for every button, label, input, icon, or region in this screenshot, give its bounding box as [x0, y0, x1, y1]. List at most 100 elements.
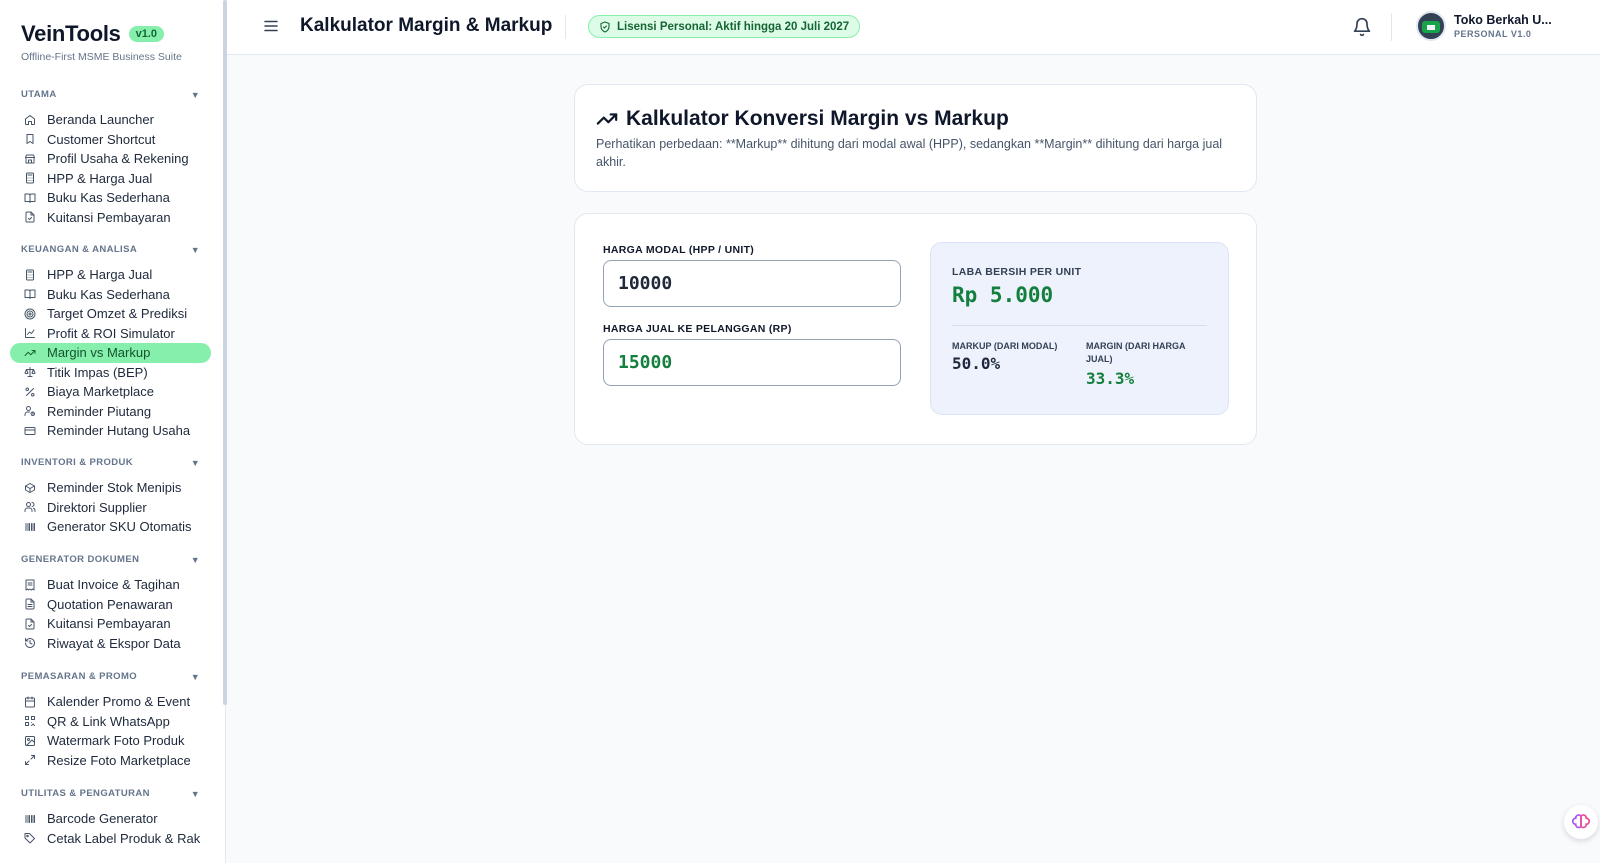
version-badge: v1.0: [128, 26, 164, 42]
sidebar-item[interactable]: Profil Usaha & Rekening: [0, 149, 225, 169]
sidebar-section-header[interactable]: UTAMA ▼: [0, 88, 225, 102]
chevron-down-icon[interactable]: ▼: [191, 456, 200, 470]
menu-icon[interactable]: [262, 17, 280, 35]
sidebar-item[interactable]: Customer Shortcut: [0, 130, 225, 150]
sidebar-item[interactable]: QR & Link WhatsApp: [0, 712, 225, 732]
sidebar-item[interactable]: Kalender Promo & Event: [0, 692, 225, 712]
brand-subtitle: Offline-First MSME Business Suite: [21, 51, 182, 63]
bookmark-icon: [24, 133, 36, 145]
sidebar-item[interactable]: Margin vs Markup: [10, 343, 211, 363]
sidebar-item[interactable]: Direktori Supplier: [0, 498, 225, 518]
sidebar-section-header[interactable]: INVENTORI & PRODUK ▼: [0, 456, 225, 470]
sidebar-item[interactable]: Reminder Piutang: [0, 402, 225, 422]
sidebar-section-title: INVENTORI & PRODUK: [21, 457, 134, 468]
intro-description: Perhatikan perbedaan: **Markup** dihitun…: [596, 137, 1223, 169]
top-bar: Kalkulator Margin & Markup Lisensi Perso…: [227, 0, 1600, 55]
image-icon: [24, 735, 36, 747]
history-icon: [24, 637, 36, 649]
tag-icon: [24, 832, 36, 844]
cost-input[interactable]: [603, 260, 901, 307]
sidebar-item-label: Target Omzet & Prediksi: [47, 306, 188, 322]
sidebar-section: GENERATOR DOKUMEN ▼ Buat Invoice & Tagihan…: [0, 553, 225, 654]
sidebar-section: PEMASARAN & PROMO ▼ Kalender Promo & Event…: [0, 670, 225, 771]
sidebar-item[interactable]: HPP & Harga Jual: [0, 169, 225, 189]
sidebar-item[interactable]: Cetak Label Produk & Rak: [0, 829, 225, 849]
sidebar-section-header[interactable]: UTILITAS & PENGATURAN ▼: [0, 787, 225, 801]
sidebar-item[interactable]: Beranda Launcher: [0, 110, 225, 130]
sidebar-item-label: Generator SKU Otomatis: [47, 519, 192, 535]
sidebar-item-label: Kalender Promo & Event: [47, 694, 191, 710]
sidebar-item[interactable]: Kuitansi Pembayaran: [0, 614, 225, 634]
sidebar-section-title: UTAMA: [21, 89, 57, 100]
calendar-icon: [24, 696, 36, 708]
sidebar-item-label: Reminder Piutang: [47, 403, 152, 419]
profit-value: Rp 5.000: [952, 283, 1054, 307]
sidebar-item-label: Buat Invoice & Tagihan: [47, 577, 180, 593]
sidebar-item[interactable]: Profit & ROI Simulator: [0, 324, 225, 344]
sidebar-item[interactable]: Target Omzet & Prediksi: [0, 304, 225, 324]
home-icon: [24, 114, 36, 126]
sidebar-section-header[interactable]: KEUANGAN & ANALISA ▼: [0, 243, 225, 257]
sidebar-item-label: Barcode Generator: [47, 811, 158, 827]
sidebar-item-label: Buku Kas Sederhana: [47, 286, 170, 302]
sidebar-item[interactable]: Riwayat & Ekspor Data: [0, 634, 225, 654]
result-panel: LABA BERSIH PER UNIT Rp 5.000 MARKUP (DA…: [930, 242, 1229, 415]
price-input[interactable]: [603, 339, 901, 386]
ai-assistant-button[interactable]: [1564, 805, 1598, 839]
margin-label: MARGIN (DARI HARGA JUAL): [1086, 341, 1186, 364]
chevron-down-icon[interactable]: ▼: [191, 88, 200, 102]
chevron-down-icon[interactable]: ▼: [191, 553, 200, 567]
sidebar-section: UTILITAS & PENGATURAN ▼ Barcode Generator C…: [0, 787, 225, 849]
sidebar-item[interactable]: HPP & Harga Jual: [0, 265, 225, 285]
sidebar-item-label: Profit & ROI Simulator: [47, 325, 175, 341]
sidebar-item-label: Direktori Supplier: [47, 499, 147, 515]
brain-icon: [1572, 814, 1590, 829]
price-label: HARGA JUAL KE PELANGGAN (RP): [603, 323, 792, 335]
divider: [565, 15, 566, 39]
users-icon: [24, 501, 36, 513]
chevron-down-icon[interactable]: ▼: [191, 787, 200, 801]
page-title: Kalkulator Margin & Markup: [300, 15, 553, 36]
package-icon: [24, 482, 36, 494]
license-badge: Lisensi Personal: Aktif hingga 20 Juli 2…: [588, 15, 861, 38]
chevron-down-icon[interactable]: ▼: [191, 670, 200, 684]
sidebar-section: INVENTORI & PRODUK ▼ Reminder Stok Menipis…: [0, 456, 225, 537]
sidebar-item[interactable]: Buat Invoice & Tagihan: [0, 575, 225, 595]
credit-card-icon: [24, 425, 36, 437]
brand-name: VeinTools: [21, 21, 121, 46]
sidebar-scrollbar[interactable]: [223, 0, 227, 705]
sidebar-item[interactable]: Watermark Foto Produk: [0, 731, 225, 751]
sidebar-item[interactable]: Buku Kas Sederhana: [0, 188, 225, 208]
sidebar-section: UTAMA ▼ Beranda Launcher Customer Shortcut P…: [0, 88, 225, 228]
sidebar-item[interactable]: Kuitansi Pembayaran: [0, 208, 225, 228]
sidebar-item-label: Titik Impas (BEP): [47, 364, 148, 380]
intro-card: Kalkulator Konversi Margin vs Markup Per…: [574, 84, 1257, 192]
user-menu[interactable]: Toko Berkah U... PERSONAL V1.0: [1416, 11, 1552, 41]
sidebar-item[interactable]: Reminder Stok Menipis: [0, 478, 225, 498]
sidebar-item[interactable]: Reminder Hutang Usaha: [0, 421, 225, 441]
sidebar-item-label: Biaya Marketplace: [47, 384, 154, 400]
bell-icon[interactable]: [1352, 17, 1372, 37]
sidebar-item-label: Kuitansi Pembayaran: [47, 616, 171, 632]
trending-up-icon: [24, 347, 36, 359]
line-chart-icon: [24, 327, 36, 339]
sidebar-item[interactable]: Buku Kas Sederhana: [0, 285, 225, 305]
sidebar-item[interactable]: Resize Foto Marketplace: [0, 751, 225, 771]
intro-title-row: Kalkulator Konversi Margin vs Markup: [596, 107, 1009, 131]
calculator-icon: [24, 269, 36, 281]
sidebar-item[interactable]: Generator SKU Otomatis: [0, 517, 225, 537]
sidebar-item[interactable]: Barcode Generator: [0, 809, 225, 829]
sidebar-item[interactable]: Quotation Penawaran: [0, 595, 225, 615]
chevron-down-icon[interactable]: ▼: [191, 243, 200, 257]
file-text-icon: [24, 598, 36, 610]
calculator-card: HARGA MODAL (HPP / UNIT) HARGA JUAL KE P…: [574, 213, 1257, 445]
sidebar-item[interactable]: Titik Impas (BEP): [0, 363, 225, 383]
sidebar-item[interactable]: Biaya Marketplace: [0, 382, 225, 402]
file-icon: [24, 211, 36, 223]
barcode-icon: [24, 521, 36, 533]
sidebar-section-header[interactable]: GENERATOR DOKUMEN ▼: [0, 553, 225, 567]
sidebar-section-title: PEMASARAN & PROMO: [21, 671, 138, 682]
sidebar-item-label: Reminder Hutang Usaha: [47, 423, 191, 439]
sidebar-section-header[interactable]: PEMASARAN & PROMO ▼: [0, 670, 225, 684]
qr-icon: [24, 715, 36, 727]
